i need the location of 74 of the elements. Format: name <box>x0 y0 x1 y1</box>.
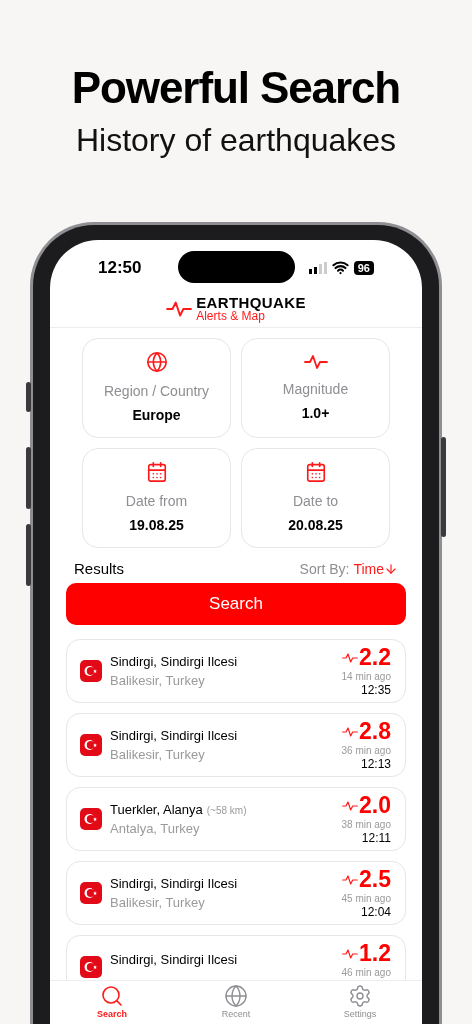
pulse-icon <box>303 352 328 371</box>
pulse-icon <box>342 873 358 886</box>
result-place: Tuerkler, Alanya <box>110 800 203 819</box>
time-ago: 45 min ago <box>341 894 391 904</box>
filter-value: Europe <box>132 405 181 425</box>
result-region: Balikesir, Turkey <box>110 894 206 912</box>
search-icon <box>100 984 124 1008</box>
result-region: Balikesir, Turkey <box>110 672 206 690</box>
result-time: 12:13 <box>360 758 391 770</box>
filter-label: Magnitude <box>282 379 349 399</box>
status-time: 12:50 <box>98 256 142 279</box>
filter-label: Region / Country <box>103 381 210 401</box>
filter-value: 20.08.25 <box>288 515 343 535</box>
result-region: Antalya, Turkey <box>110 820 201 838</box>
filter-card[interactable]: Magnitude 1.0+ <box>241 338 390 438</box>
magnitude-value: 2.5 <box>359 868 391 891</box>
filter-label: Date to <box>292 491 339 511</box>
headline: Powerful Search <box>71 62 401 114</box>
settings-icon <box>348 984 372 1008</box>
flag-icon <box>80 734 102 756</box>
wifi-icon <box>331 259 349 276</box>
result-place: Sindirgi, Sindirgi Ilcesi <box>110 652 238 671</box>
result-place: Sindirgi, Sindirgi Ilcesi <box>110 950 238 969</box>
sort-button[interactable]: Time <box>353 558 398 580</box>
magnitude-value: 2.2 <box>359 646 391 669</box>
filter-card[interactable]: Region / Country Europe <box>82 338 231 438</box>
app-subtitle: Alerts & Map <box>196 310 265 322</box>
result-time: 12:04 <box>360 906 391 918</box>
result-distance: (~58 km) <box>206 803 247 818</box>
time-ago: 14 min ago <box>341 672 391 682</box>
time-ago: 46 min ago <box>341 968 391 978</box>
time-ago: 38 min ago <box>341 820 391 830</box>
filter-label: Date from <box>125 491 188 511</box>
calendar-icon <box>145 460 168 483</box>
result-time: 12:11 <box>361 832 391 844</box>
magnitude-value: 2.0 <box>359 794 391 817</box>
filter-value: 19.08.25 <box>129 515 184 535</box>
signal-icon <box>308 261 327 274</box>
sort-label: Sort By: <box>299 559 350 579</box>
result-card[interactable]: Sindirgi, Sindirgi Ilcesi Balikesir, Turkey 2.5 45 min ago 12:04 <box>66 861 406 925</box>
tab-item[interactable]: Search <box>72 984 152 1024</box>
result-card[interactable]: Sindirgi, Sindirgi Ilcesi Balikesir, Turkey 2.2 14 min ago 12:35 <box>66 639 406 703</box>
globe-icon <box>145 350 168 373</box>
result-card[interactable]: Tuerkler, Alanya (~58 km) Antalya, Turkey 2.0 38 min ago 12:11 <box>66 787 406 851</box>
result-card[interactable]: Sindirgi, Sindirgi Ilcesi Balikesir, Turkey 2.8 36 min ago 12:13 <box>66 713 406 777</box>
tab-item[interactable]: Settings <box>320 984 400 1024</box>
flag-icon <box>80 660 102 682</box>
pulse-icon <box>342 725 358 738</box>
filter-card[interactable]: Date to 20.08.25 <box>241 448 390 548</box>
flag-icon <box>80 956 102 978</box>
battery-level: 96 <box>353 260 374 275</box>
flag-icon <box>80 882 102 904</box>
arrow-down-icon <box>384 562 398 576</box>
calendar-icon <box>304 460 327 483</box>
filter-value: 1.0+ <box>301 403 330 423</box>
app-title: EARTHQUAKE <box>196 295 306 310</box>
result-card[interactable]: Sindirgi, Sindirgi Ilcesi 1.2 46 min ago <box>66 935 406 980</box>
search-button[interactable]: Search <box>66 583 406 625</box>
result-place: Sindirgi, Sindirgi Ilcesi <box>110 726 238 745</box>
pulse-icon <box>342 651 358 664</box>
globe-icon <box>224 984 248 1008</box>
pulse-icon <box>342 799 358 812</box>
result-time: 12:35 <box>360 684 391 696</box>
magnitude-value: 2.8 <box>359 720 391 743</box>
time-ago: 36 min ago <box>341 746 391 756</box>
result-place: Sindirgi, Sindirgi Ilcesi <box>110 874 238 893</box>
results-label: Results <box>74 558 125 579</box>
subheadline: History of earthquakes <box>75 121 397 160</box>
tab-item[interactable]: Recent <box>196 984 276 1024</box>
pulse-icon <box>342 947 358 960</box>
magnitude-value: 1.2 <box>359 942 391 965</box>
result-region: Balikesir, Turkey <box>110 746 206 764</box>
filter-card[interactable]: Date from 19.08.25 <box>82 448 231 548</box>
flag-icon <box>80 808 102 830</box>
